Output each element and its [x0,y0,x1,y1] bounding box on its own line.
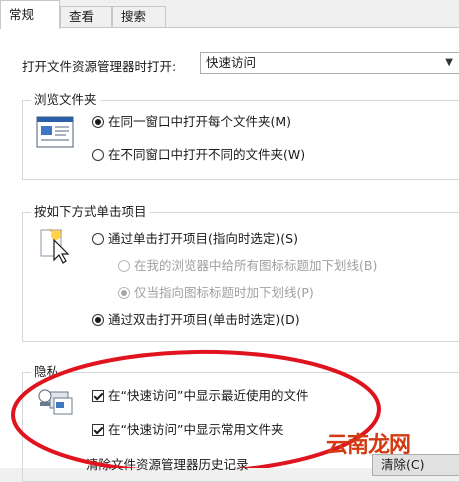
radio-button[interactable] [92,233,104,245]
radio-button[interactable] [92,149,104,161]
open-explorer-label: 打开文件资源管理器时打开: [22,59,177,74]
privacy-title: 隐私 [31,364,63,380]
radio-new-window[interactable]: 在不同窗口中打开不同的文件夹(W) [92,145,305,165]
folder-window-icon [36,116,74,148]
radio-same-window-label: 在同一窗口中打开每个文件夹(M) [108,114,292,129]
radio-single-click[interactable]: 通过单击打开项目(指向时选定)(S) [92,229,298,249]
radio-same-window[interactable]: 在同一窗口中打开每个文件夹(M) [92,112,291,132]
checkbox-checked[interactable] [92,390,104,402]
checkbox-recent-files-label: 在“快速访问”中显示最近使用的文件 [108,388,309,403]
radio-new-window-label: 在不同窗口中打开不同的文件夹(W) [108,147,306,162]
tab-view[interactable]: 查看 [60,6,112,28]
radio-button-disabled-checked[interactable] [118,287,130,299]
checkbox-frequent-folders[interactable]: 在“快速访问”中显示常用文件夹 [92,420,283,440]
checkbox-recent-files[interactable]: 在“快速访问”中显示最近使用的文件 [92,386,308,406]
radio-underline-hover[interactable]: 仅当指向图标标题时加下划线(P) [118,283,314,303]
checkbox-frequent-folders-label: 在“快速访问”中显示常用文件夹 [108,422,284,437]
open-explorer-select[interactable]: 快速访问 ▼ [200,52,459,74]
click-items-title: 按如下方式单击项目 [31,204,150,220]
tab-strip: 常规 查看 搜索 [0,0,459,29]
clear-history-label: 清除文件资源管理器历史记录 [86,457,249,472]
radio-double-click[interactable]: 通过双击打开项目(单击时选定)(D) [92,310,300,330]
privacy-icon [38,389,73,415]
radio-button-checked[interactable] [92,314,104,326]
radio-underline-hover-label: 仅当指向图标标题时加下划线(P) [134,285,314,300]
open-explorer-selected: 快速访问 [206,55,257,70]
radio-button-disabled[interactable] [118,260,130,272]
watermark-text: 云南龙网 [326,433,411,458]
chevron-down-icon: ▼ [445,57,453,68]
radio-button-checked[interactable] [92,116,104,128]
checkbox-checked[interactable] [92,424,104,436]
radio-underline-all[interactable]: 在我的浏览器中给所有图标标题加下划线(B) [118,256,377,276]
tab-search[interactable]: 搜索 [112,6,166,28]
radio-double-click-label: 通过双击打开项目(单击时选定)(D) [108,312,300,327]
radio-single-click-label: 通过单击打开项目(指向时选定)(S) [108,231,298,246]
radio-underline-all-label: 在我的浏览器中给所有图标标题加下划线(B) [134,258,378,273]
browse-folders-title: 浏览文件夹 [31,92,100,108]
tab-general[interactable]: 常规 [0,0,60,29]
pointer-click-icon [40,228,70,264]
